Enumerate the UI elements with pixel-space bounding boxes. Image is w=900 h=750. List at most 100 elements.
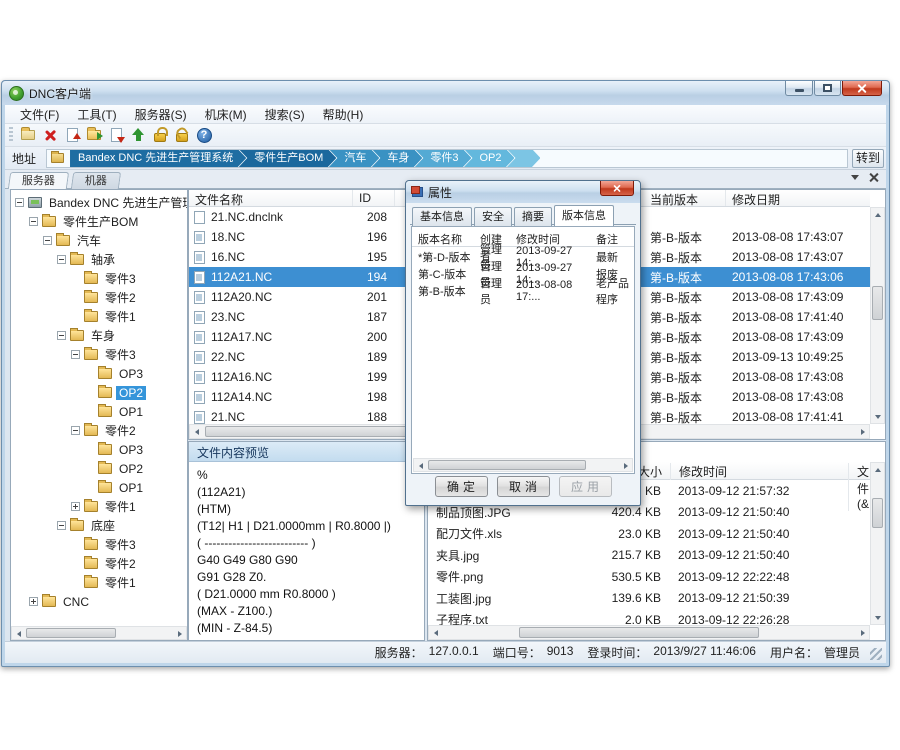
collapse-icon[interactable] bbox=[57, 521, 66, 530]
maximize-button[interactable] bbox=[814, 81, 841, 96]
collapse-icon[interactable] bbox=[57, 331, 66, 340]
checkin-file-icon[interactable] bbox=[105, 125, 127, 145]
collapse-icon[interactable] bbox=[43, 236, 52, 245]
version-row[interactable]: 第-B-版本管理员2013-08-08 17:...老产品程序 bbox=[412, 281, 634, 298]
help-icon[interactable]: ? bbox=[193, 125, 215, 145]
tree-item[interactable]: CNC bbox=[11, 592, 187, 611]
column-header-time[interactable]: 修改时间 bbox=[670, 463, 727, 480]
collapse-icon[interactable] bbox=[57, 255, 66, 264]
column-header-id[interactable]: ID bbox=[353, 190, 395, 206]
menu-item[interactable]: 帮助(H) bbox=[314, 104, 373, 125]
breadcrumb-segment[interactable]: 零件生产BOM bbox=[238, 149, 336, 168]
tree-item[interactable]: 零件生产BOM bbox=[11, 212, 187, 231]
tree-item[interactable]: 底座 bbox=[11, 516, 187, 535]
tree-item[interactable]: OP2 bbox=[11, 459, 187, 478]
panel-tab-inactive[interactable]: 机器 bbox=[71, 172, 121, 189]
dialog-tab[interactable]: 版本信息 bbox=[554, 205, 614, 226]
dialog-tab[interactable]: 安全 bbox=[474, 207, 512, 226]
panel-close-icon[interactable] bbox=[869, 173, 878, 182]
collapse-icon[interactable] bbox=[15, 198, 24, 207]
lock-icon[interactable] bbox=[149, 125, 171, 145]
expand-icon[interactable] bbox=[71, 502, 80, 511]
toolbar-grip[interactable] bbox=[9, 127, 13, 143]
tree-item[interactable]: 零件3 bbox=[11, 269, 187, 288]
file-name: 112A21.NC bbox=[211, 270, 353, 284]
panel-menu-icon[interactable] bbox=[851, 175, 859, 180]
checkout-file-icon[interactable] bbox=[61, 125, 83, 145]
new-folder-icon[interactable] bbox=[17, 125, 39, 145]
related-vertical-scrollbar[interactable] bbox=[870, 462, 885, 625]
tree-item[interactable]: 零件2 bbox=[11, 421, 187, 440]
tree-item[interactable]: OP3 bbox=[11, 440, 187, 459]
unlock-icon[interactable] bbox=[171, 125, 193, 145]
dialog-close-button[interactable] bbox=[600, 181, 634, 196]
tree-item[interactable]: 零件1 bbox=[11, 497, 187, 516]
list-item[interactable]: 工装图.jpg139.6 KB2013-09-12 21:50:39 bbox=[428, 588, 870, 610]
column-header-size[interactable]: 大小 bbox=[638, 463, 662, 480]
dialog-icon bbox=[412, 187, 423, 197]
import-folder-icon[interactable] bbox=[83, 125, 105, 145]
tree-item[interactable]: 轴承 bbox=[11, 250, 187, 269]
close-button[interactable] bbox=[842, 81, 882, 96]
menu-item[interactable]: 搜索(S) bbox=[256, 104, 314, 125]
file-version: 第-B-版本 bbox=[644, 389, 726, 406]
version-col-name[interactable]: 版本名称 bbox=[412, 229, 474, 246]
resize-grip[interactable] bbox=[870, 648, 882, 660]
folder-icon bbox=[84, 273, 98, 284]
tree-item[interactable]: 零件2 bbox=[11, 554, 187, 573]
tree-item[interactable]: 零件2 bbox=[11, 288, 187, 307]
list-item[interactable]: 配刀文件.xls23.0 KB2013-09-12 21:50:40 bbox=[428, 523, 870, 545]
ok-button[interactable]: 确定 bbox=[435, 476, 488, 497]
tree-item[interactable]: OP3 bbox=[11, 364, 187, 383]
tree-item[interactable]: 零件3 bbox=[11, 345, 187, 364]
nc-file-icon bbox=[194, 251, 205, 264]
breadcrumb[interactable]: Bandex DNC 先进生产管理系统零件生产BOM汽车车身零件3OP2 bbox=[46, 149, 848, 168]
dialog-title-bar[interactable]: 属性 bbox=[406, 181, 640, 203]
tree-item[interactable]: 汽车 bbox=[11, 231, 187, 250]
dialog-tab[interactable]: 基本信息 bbox=[412, 207, 472, 226]
menu-bar: 文件(F)工具(T)服务器(S)机床(M)搜索(S)帮助(H) bbox=[5, 105, 886, 124]
tree-item[interactable]: OP1 bbox=[11, 478, 187, 497]
collapse-icon[interactable] bbox=[29, 217, 38, 226]
version-col-note[interactable]: 备注 bbox=[590, 229, 634, 246]
menu-item[interactable]: 工具(T) bbox=[68, 104, 125, 125]
dialog-horizontal-scrollbar[interactable] bbox=[413, 458, 633, 472]
breadcrumb-segment[interactable]: 零件3 bbox=[414, 149, 471, 168]
maximize-icon bbox=[823, 84, 832, 92]
file-list-vertical-scrollbar[interactable] bbox=[870, 207, 885, 424]
tree-item[interactable]: 零件1 bbox=[11, 307, 187, 326]
title-bar[interactable]: DNC客户端 bbox=[2, 81, 889, 105]
version-name: 第-B-版本 bbox=[412, 281, 474, 299]
cancel-button[interactable]: 取消 bbox=[497, 476, 550, 497]
tree-item[interactable]: 零件3 bbox=[11, 535, 187, 554]
collapse-icon[interactable] bbox=[71, 350, 80, 359]
list-item[interactable]: 零件.png530.5 KB2013-09-12 22:22:48 bbox=[428, 566, 870, 588]
panel-tab-active[interactable]: 服务器 bbox=[8, 172, 69, 189]
go-button[interactable]: 转到 bbox=[852, 149, 884, 168]
send-up-icon[interactable] bbox=[127, 125, 149, 145]
column-header-name[interactable]: 文件名称 bbox=[189, 190, 353, 206]
tree-item[interactable]: Bandex DNC 先进生产管理系统 bbox=[11, 193, 187, 212]
column-header-version[interactable]: 当前版本 bbox=[644, 190, 726, 206]
preview-line: G40 G49 G80 G90 bbox=[197, 552, 416, 569]
dialog-tab[interactable]: 摘要 bbox=[514, 207, 552, 226]
menu-item[interactable]: 服务器(S) bbox=[126, 104, 196, 125]
menu-item[interactable]: 文件(F) bbox=[11, 104, 68, 125]
menu-item[interactable]: 机床(M) bbox=[196, 104, 256, 125]
tree-item[interactable]: 零件1 bbox=[11, 573, 187, 592]
tree-item[interactable]: OP1 bbox=[11, 402, 187, 421]
breadcrumb-segment[interactable]: Bandex DNC 先进生产管理系统 bbox=[70, 149, 246, 168]
tree-item[interactable]: OP2 bbox=[11, 383, 187, 402]
expand-icon[interactable] bbox=[29, 597, 38, 606]
tree-horizontal-scrollbar[interactable] bbox=[11, 626, 187, 640]
delete-icon[interactable] bbox=[39, 125, 61, 145]
related-horizontal-scrollbar[interactable] bbox=[428, 625, 870, 640]
column-header-modified[interactable]: 修改日期 bbox=[726, 190, 870, 206]
list-item[interactable]: 子程序.txt2.0 KB2013-09-12 22:26:28 bbox=[428, 609, 870, 625]
collapse-icon[interactable] bbox=[71, 426, 80, 435]
minimize-button[interactable] bbox=[785, 81, 813, 96]
file-modified-date: 2013-08-08 17:41:40 bbox=[726, 310, 870, 324]
tree-item[interactable]: 车身 bbox=[11, 326, 187, 345]
list-item[interactable]: 夹具.jpg215.7 KB2013-09-12 21:50:40 bbox=[428, 545, 870, 567]
folder-icon bbox=[98, 368, 112, 379]
